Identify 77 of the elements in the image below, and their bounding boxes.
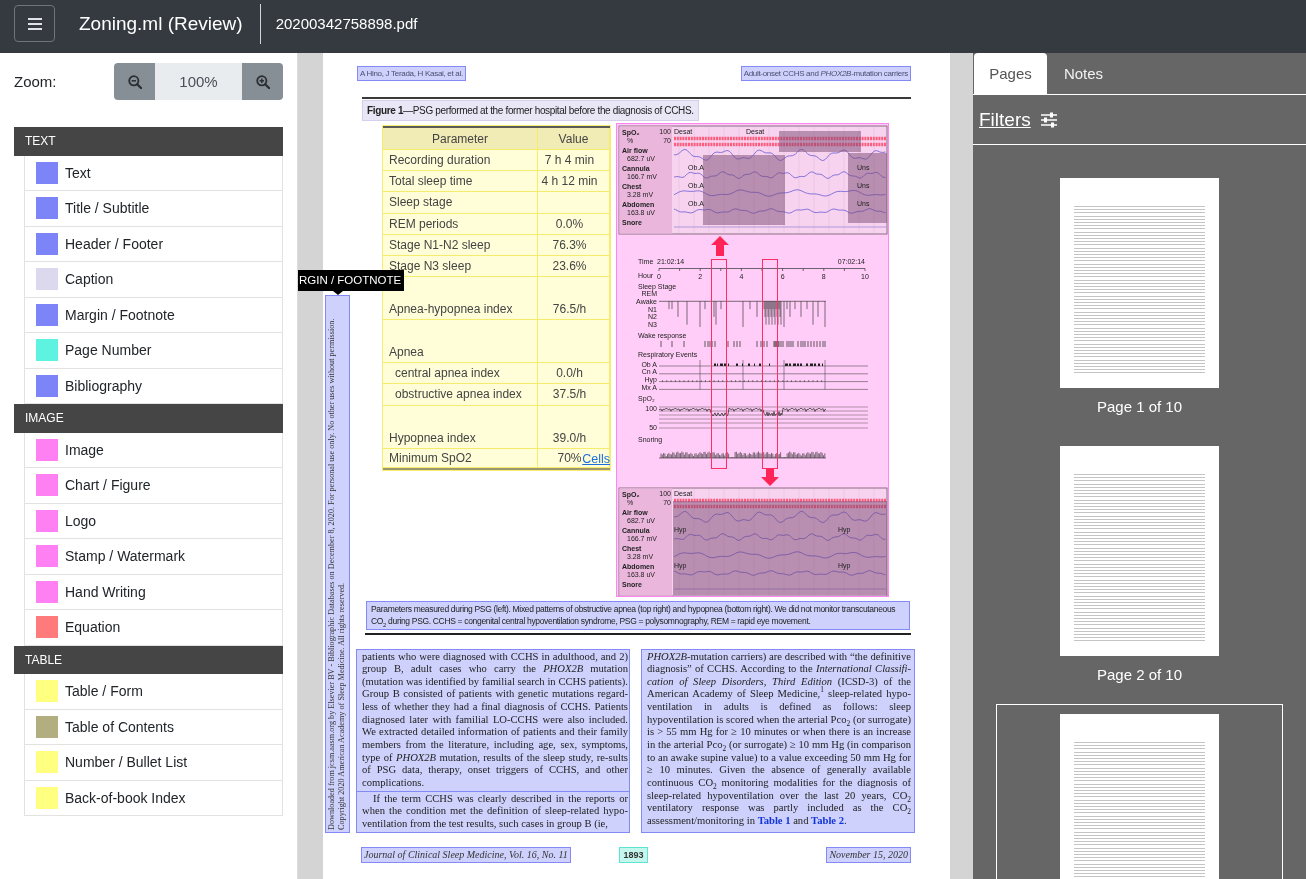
table-cell: REM periods — [383, 213, 538, 235]
running-head-authors: A Hino, J Terada, H Kasai, et al. — [357, 66, 466, 81]
category-heading: TEXT — [14, 127, 283, 156]
category-item[interactable]: Logo — [24, 503, 283, 539]
sliders-icon — [1039, 111, 1058, 128]
page-number: 1893 — [619, 846, 648, 863]
cells-link[interactable]: Cells — [582, 451, 610, 467]
category-heading: IMAGE — [14, 404, 283, 433]
table-cell: 37.5/h — [538, 384, 610, 406]
table-cell: Stage N1-N2 sleep — [383, 234, 538, 256]
table-cell: Hypopnea index — [383, 405, 538, 449]
table-cell: Minimum SpO2 — [383, 448, 538, 468]
app-title: Zoning.ml (Review) — [79, 12, 243, 35]
page-label: Page 2 of 10 — [1096, 666, 1183, 684]
page-item[interactable] — [996, 704, 1283, 879]
category-item[interactable]: Equation — [24, 610, 283, 646]
page-item[interactable]: Page 2 of 10 — [996, 436, 1283, 695]
category-item[interactable]: Back-of-book Index — [24, 780, 283, 816]
column-header: Value — [538, 128, 610, 150]
file-name: 20200342758898.pdf — [275, 15, 418, 32]
table-link[interactable]: Table 2 — [811, 815, 844, 827]
category-item[interactable]: Page Number — [24, 333, 283, 369]
category-item[interactable]: Caption — [24, 262, 283, 298]
category-heading: TABLE — [14, 645, 283, 674]
category-item[interactable]: Chart / Figure — [24, 468, 283, 504]
zoom-out-button[interactable] — [114, 63, 155, 100]
menu-icon — [27, 17, 42, 30]
category-item[interactable]: Number / Bullet List — [24, 745, 283, 781]
table-cell: 4 h 12 min — [538, 171, 610, 193]
category-item[interactable]: Stamp / Watermark — [24, 539, 283, 575]
page-label: Page 1 of 10 — [1096, 398, 1183, 416]
category-item[interactable]: Bibliography — [24, 368, 283, 404]
zoom-out-icon — [127, 74, 142, 89]
category-item[interactable]: Margin / Footnote — [24, 297, 283, 333]
margin-note: Downloaded from jcsm.aasm.org by Elsevier BV - Bibliographic Databases on December 8, 2020. For personal use only. No other uses without permission. Copyright 2020 American Academy of Sleep Medicine. All rights reserved. — [325, 295, 350, 833]
table-cell: 0.0% — [538, 213, 610, 235]
column-header: Parameter — [383, 128, 538, 150]
category-item[interactable]: Hand Writing — [24, 574, 283, 610]
panel-tab[interactable]: Notes — [1047, 53, 1120, 94]
panel-tab[interactable]: Pages — [974, 53, 1047, 94]
filters-button[interactable]: Filters — [979, 108, 1058, 131]
category-item[interactable]: Table / Form — [24, 674, 283, 710]
paragraph: If the term CCHS was clearly described in the reports or when the condition met the definition of sleep-related hypo-ventilation from the test results, such cases in group B (ie, — [356, 790, 630, 833]
figure-caption: Parameters measured during PSG (left). Mixed patterns of obstructive apnea (top right) and hypopnea (bottom right). We did not monitor transcutaneous CO$_{2}$ during PSG. CCHS = congenital central hypoventilation syndrome, PSG = polysomnography, REM = rapid eye movement. — [366, 601, 910, 630]
category-item[interactable]: Table of Contents — [24, 709, 283, 745]
table-cell: 7 h 4 min — [538, 150, 610, 172]
category-item[interactable]: Text — [24, 155, 283, 191]
table-cell: obstructive apnea index — [383, 384, 538, 406]
figure-title: Figure 1—PSG performed at the former hospital before the diagnosis of CCHS. — [362, 100, 699, 121]
up-arrow — [711, 236, 729, 256]
region-tooltip: RGIN / FOOTNOTE — [298, 270, 405, 291]
table-cell: Recording duration — [383, 150, 538, 172]
table-cell: Apnea — [383, 320, 538, 364]
table-cell: 23.6% — [538, 255, 610, 278]
zoom-level-field[interactable]: 100% — [155, 63, 242, 100]
page-item[interactable]: Page 1 of 10 — [996, 168, 1283, 427]
zoom-in-button[interactable] — [242, 63, 283, 100]
table-cell: Total sleep time — [383, 171, 538, 193]
zoom-label: Zoom: — [14, 73, 57, 90]
running-head-title: Adult-onset CCHS and PHOX2B-mutation carriers — [740, 66, 911, 81]
table-cell: 76.5/h — [538, 277, 610, 321]
category-item[interactable]: Header / Footer — [24, 226, 283, 262]
table-link[interactable]: Table 1 — [757, 815, 791, 827]
paragraph: PHOX2B-mutation carriers) are described with “the definitive diagnosis” of CCHS. According to the International Classifi-cation of Sleep Disorders, Third Edition (ICSD-3) of the American Academy of Sleep Medicine,$^{1}$ sleep-related hypo-ventilation in adults is defined as follows: sleep hypoventilation is scored when the arterial Pco$_{2}$ (or surrogate) is > 55 mm Hg for ≥ 10 minutes or when there is an increase in the arterial Pco$_{2}$ (or surrogate) ≥ 10 mm Hg (in comparison to an awake supine value) to a value exceeding 50 mm Hg for ≥ 10 minutes. Given the absence of generally available continuous CO$_{2}$ monitoring modalities for the diagnosis of sleep-related hypoventilation over the last 20 years, CO$_{2}$ ventilatory response was partly included as the CO$_{2}$ assessment/monitoring in Table 1 and Table 2. — [641, 648, 915, 833]
category-item[interactable]: Title / Subtitle — [24, 191, 283, 227]
table-cell: Sleep stage — [383, 192, 538, 214]
zoom-in-icon — [255, 74, 270, 89]
down-arrow — [761, 469, 779, 486]
table-cell: 39.0/h — [538, 405, 610, 449]
table-cell: 0.0/h — [538, 363, 610, 385]
category-item[interactable]: Image — [24, 432, 283, 468]
journal-name: Journal of Clinical Sleep Medicine, Vol. 16, No. 11 — [361, 846, 571, 863]
table-cell: 76.3% — [538, 234, 610, 256]
publication-date: November 15, 2020 — [826, 846, 911, 863]
paragraph: patients who were diagnosed with CCHS in adulthood, and 2) group B, adult cases who carry the PHOX2B mutation (mutation was identified by familial search in CCHS patients). Group B consisted of patients with genetic mutations regard-less of whether they had a final diagnosis of CCHS. Patients diagnosed later with familial LO-CCHS were also included. We extracted detailed information of patients and their family members from the literature, including age, sex, symptoms, type of PHOX2B mutation, results of the sleep study, re-sults of PSG data, therapy, onset triggers of CCHS, and other complications. — [356, 648, 630, 792]
table-cell: central apnea index — [383, 363, 538, 385]
menu-button[interactable] — [14, 5, 55, 42]
